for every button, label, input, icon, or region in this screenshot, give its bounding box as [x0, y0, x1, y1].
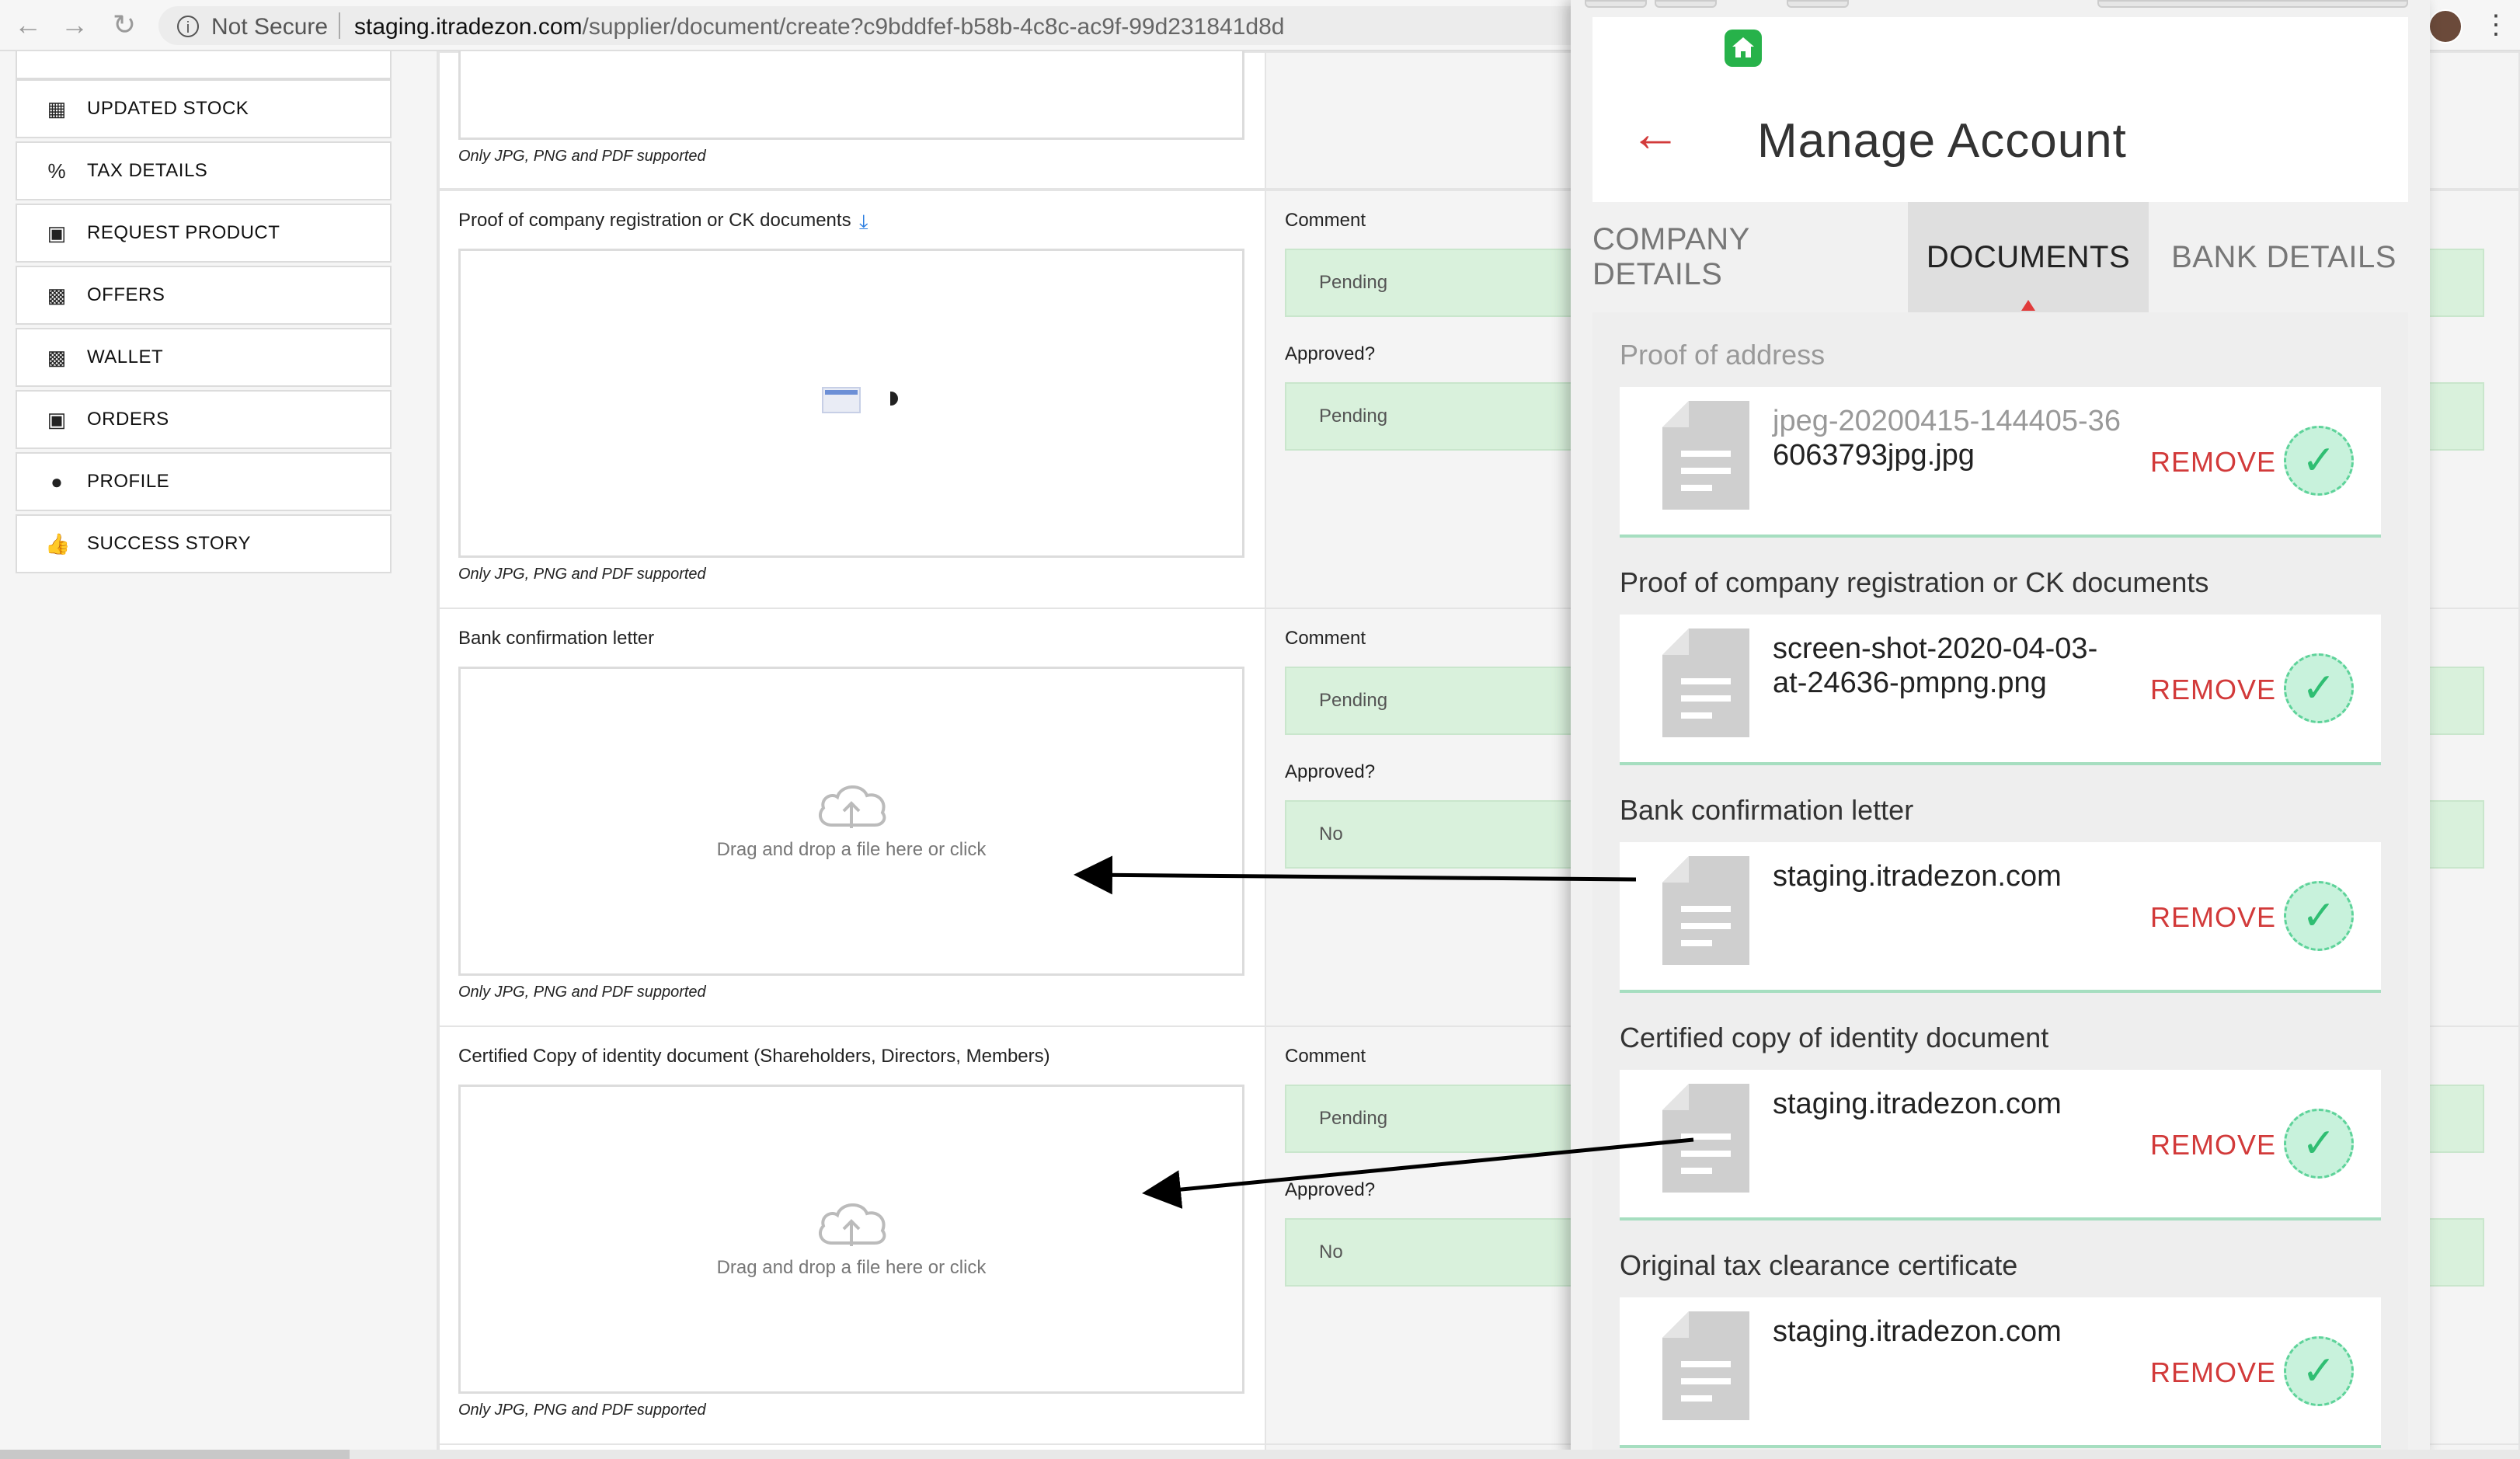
annotation-arrows [1074, 855, 1694, 1210]
horizontal-scrollbar-track[interactable] [350, 1450, 2520, 1459]
annotation-arrow [1142, 1137, 1694, 1210]
horizontal-scrollbar-thumb[interactable] [0, 1450, 350, 1459]
annotation-arrow [1074, 855, 1637, 895]
